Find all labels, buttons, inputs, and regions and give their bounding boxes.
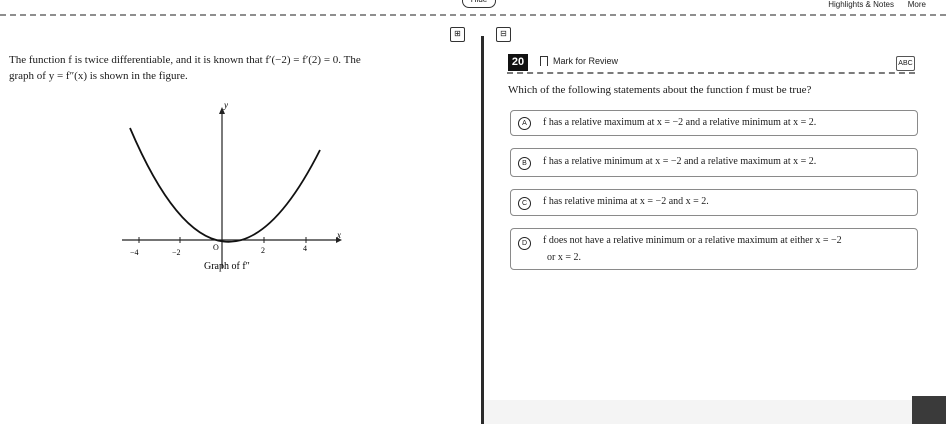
toolbar-divider bbox=[0, 14, 946, 16]
stem-line-2: graph of y = f″(x) is shown in the figur… bbox=[9, 70, 188, 82]
x-axis-label: x bbox=[336, 230, 341, 240]
tick-label: 4 bbox=[303, 244, 307, 253]
question-number: 20 bbox=[508, 54, 528, 71]
choice-b[interactable]: B f has a relative minimum at x = −2 and… bbox=[510, 148, 918, 177]
mark-for-review-button[interactable]: Mark for Review bbox=[540, 56, 618, 66]
mark-for-review-label: Mark for Review bbox=[553, 56, 619, 66]
bookmark-icon bbox=[540, 56, 548, 66]
highlights-notes-button[interactable]: Highlights & Notes bbox=[828, 0, 894, 9]
y-axis-label: y bbox=[223, 100, 228, 110]
stem-line-1: The function f is twice differentiable, … bbox=[9, 54, 361, 66]
hide-button[interactable]: Hide bbox=[462, 0, 496, 8]
bottom-panel bbox=[484, 400, 912, 424]
choice-letter: D bbox=[518, 237, 531, 250]
choice-letter: A bbox=[518, 117, 531, 130]
tick-label: −4 bbox=[130, 248, 139, 257]
choice-text: f does not have a relative minimum or a … bbox=[543, 235, 842, 246]
graph-figure: y x −4 −2 O 2 4 Graph of f″ bbox=[122, 100, 342, 272]
choice-text: f has a relative maximum at x = −2 and a… bbox=[543, 117, 817, 128]
choice-a[interactable]: A f has a relative maximum at x = −2 and… bbox=[510, 110, 918, 136]
answer-eliminator-button[interactable]: ABC bbox=[896, 56, 915, 71]
choice-d[interactable]: D f does not have a relative minimum or … bbox=[510, 228, 918, 270]
choice-text-continued: or x = 2. bbox=[547, 252, 581, 263]
top-toolbar: Hide Highlights & Notes More bbox=[0, 0, 946, 20]
reference-icon[interactable]: ⊟ bbox=[496, 27, 511, 42]
choice-text: f has relative minima at x = −2 and x = … bbox=[543, 196, 709, 207]
choice-letter: C bbox=[518, 197, 531, 210]
more-button[interactable]: More bbox=[908, 0, 926, 9]
origin-label: O bbox=[213, 243, 219, 252]
question-stem: The function f is twice differentiable, … bbox=[9, 52, 469, 84]
question-prompt: Which of the following statements about … bbox=[508, 84, 812, 96]
tick-label: 2 bbox=[261, 246, 265, 255]
calculator-icon[interactable]: ⊞ bbox=[450, 27, 465, 42]
choice-text: f has a relative minimum at x = −2 and a… bbox=[543, 156, 817, 167]
tick-label: −2 bbox=[172, 248, 181, 257]
f-double-prime-curve bbox=[129, 127, 321, 243]
bottom-corner bbox=[912, 396, 946, 424]
choice-letter: B bbox=[518, 157, 531, 170]
header-rule bbox=[507, 72, 915, 74]
graph-caption: Graph of f″ bbox=[204, 261, 250, 272]
pane-divider[interactable] bbox=[481, 36, 484, 424]
choice-c[interactable]: C f has relative minima at x = −2 and x … bbox=[510, 189, 918, 216]
